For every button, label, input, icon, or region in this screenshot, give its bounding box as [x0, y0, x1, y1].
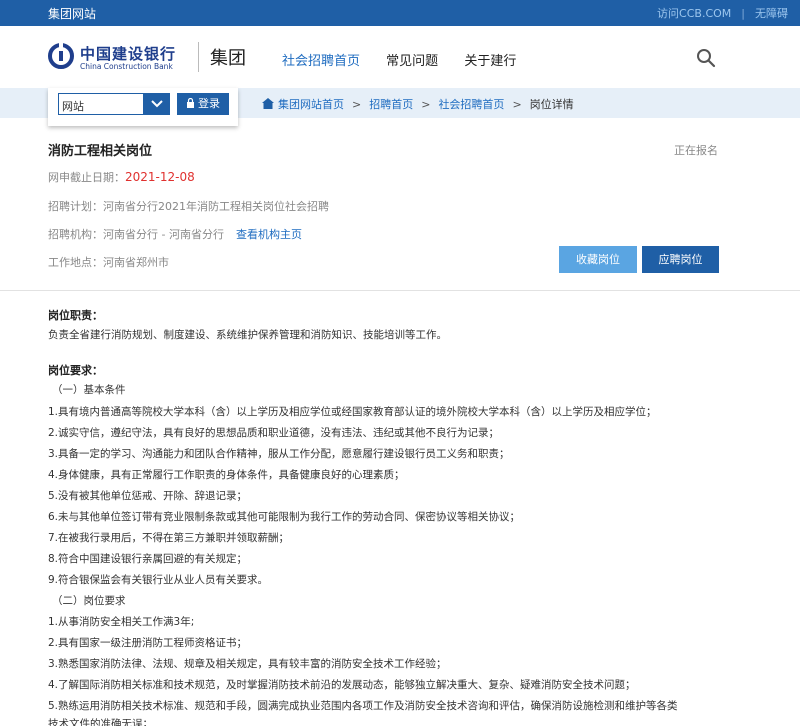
- deadline-value: 2021-12-08: [125, 170, 195, 184]
- site-select[interactable]: 网站: [58, 93, 144, 115]
- breadcrumb-recruit-home[interactable]: 招聘首页: [369, 98, 413, 111]
- logo-group-text: 集团: [210, 48, 246, 69]
- list-item: 4.了解国际消防相关标准和技术规范，及时掌握消防技术前沿的发展动态，能够独立解决…: [48, 679, 636, 691]
- search-icon[interactable]: [696, 48, 716, 68]
- list-item: 2.诚实守信，遵纪守法，具有良好的思想品质和职业道德，没有违法、违纪或其他不良行…: [48, 427, 500, 439]
- site-header: 中国建设银行 China Construction Bank 集团 社会招聘首页…: [0, 26, 800, 88]
- logo-chinese: 中国建设银行: [80, 45, 177, 63]
- deadline-row: 网申截止日期：2021-12-08: [48, 169, 195, 185]
- org-value: 河南省分行 - 河南省分行: [103, 228, 224, 241]
- top-bar: 集团网站 访问CCB.COM | 无障碍: [0, 0, 800, 26]
- nav-social-recruit-home[interactable]: 社会招聘首页: [282, 54, 360, 69]
- list-item: 7.在被我行录用后，不得在第三方兼职并领取薪酬；: [48, 532, 290, 544]
- breadcrumb-group-home[interactable]: 集团网站首页: [278, 98, 344, 111]
- list-item: 8.符合中国建设银行亲属回避的有关规定；: [48, 553, 248, 565]
- duty-heading: 岗位职责：: [48, 309, 103, 322]
- home-icon[interactable]: [262, 98, 274, 109]
- list-item: 4.身体健康，具有正常履行工作职责的身体条件，具备健康良好的心理素质；: [48, 469, 405, 481]
- favorite-job-button[interactable]: 收藏岗位: [559, 246, 637, 273]
- list-item: 1.具有境内普通高等院校大学本科（含）以上学历及相应学位或经国家教育部认证的境外…: [48, 406, 657, 418]
- location-row: 工作地点：河南省郑州市: [48, 254, 169, 270]
- breadcrumb-sep: >: [352, 98, 362, 111]
- breadcrumb-sep: >: [512, 98, 522, 111]
- basic-conditions-heading: （一）基本条件: [52, 384, 126, 396]
- plan-value: 河南省分行2021年消防工程相关岗位社会招聘: [103, 200, 329, 213]
- visit-ccb-link[interactable]: 访问CCB.COM: [657, 7, 731, 20]
- list-item: 5.熟练运用消防相关技术标准、规范和手段，圆满完成执业范围内各项工作及消防安全技…: [48, 700, 678, 712]
- group-site-link[interactable]: 集团网站: [48, 5, 96, 22]
- main-nav: 社会招聘首页 常见问题 关于建行: [282, 50, 538, 69]
- nav-faq[interactable]: 常见问题: [386, 54, 438, 69]
- duty-text: 负责全省建行消防规划、制度建设、系统维护保养管理和消防知识、技能培训等工作。: [48, 329, 447, 341]
- list-item: 5.没有被其他单位惩戒、开除、辞退记录；: [48, 490, 248, 502]
- plan-label: 招聘计划：: [48, 200, 103, 213]
- section-divider: [0, 290, 800, 291]
- deadline-label: 网申截止日期：: [48, 171, 125, 184]
- post-requirements-heading: （二）岗位要求: [52, 595, 126, 607]
- requirements-heading: 岗位要求：: [48, 364, 103, 377]
- top-separator: |: [741, 7, 745, 20]
- org-row: 招聘机构：河南省分行 - 河南省分行 查看机构主页: [48, 226, 302, 242]
- plan-row: 招聘计划：河南省分行2021年消防工程相关岗位社会招聘: [48, 198, 329, 214]
- lock-icon: [187, 97, 194, 108]
- breadcrumb-current: 岗位详情: [529, 98, 574, 111]
- org-label: 招聘机构：: [48, 228, 103, 241]
- org-home-link[interactable]: 查看机构主页: [236, 228, 302, 241]
- list-item: 2.具有国家一级注册消防工程师资格证书；: [48, 637, 248, 649]
- list-item: 3.熟悉国家消防法律、法规、规章及相关规定，具有较丰富的消防安全技术工作经验；: [48, 658, 447, 670]
- breadcrumb: 集团网站首页 > 招聘首页 > 社会招聘首页 > 岗位详情: [262, 96, 574, 112]
- job-title: 消防工程相关岗位: [48, 144, 153, 159]
- logo-divider: [198, 42, 199, 72]
- site-select-panel: 网站 登录: [48, 88, 238, 126]
- list-item: 1.从事消防安全相关工作满3年;: [48, 616, 195, 628]
- accessibility-link[interactable]: 无障碍: [755, 7, 788, 20]
- status-badge: 正在报名: [674, 144, 718, 157]
- list-item: 技术文件的准确无误；: [48, 718, 153, 726]
- breadcrumb-sep: >: [421, 98, 431, 111]
- list-item: 3.具备一定的学习、沟通能力和团队合作精神，服从工作分配，愿意履行建设银行员工义…: [48, 448, 510, 460]
- login-button[interactable]: 登录: [177, 93, 229, 115]
- top-links: 访问CCB.COM | 无障碍: [657, 5, 788, 21]
- login-label: 登录: [198, 97, 220, 110]
- site-select-toggle[interactable]: [144, 93, 170, 115]
- apply-job-button[interactable]: 应聘岗位: [642, 246, 719, 273]
- location-value: 河南省郑州市: [103, 256, 169, 269]
- list-item: 6.未与其他单位签订带有竞业限制条款或其他可能限制为我行工作的劳动合同、保密协议…: [48, 511, 521, 523]
- chevron-down-icon: [151, 100, 163, 108]
- breadcrumb-social-recruit-home[interactable]: 社会招聘首页: [438, 98, 504, 111]
- logo-english: China Construction Bank: [80, 62, 173, 71]
- list-item: 9.符合银保监会有关银行业从业人员有关要求。: [48, 574, 269, 586]
- ccb-logo-icon[interactable]: [48, 43, 74, 69]
- location-label: 工作地点：: [48, 256, 103, 269]
- nav-about[interactable]: 关于建行: [464, 54, 516, 69]
